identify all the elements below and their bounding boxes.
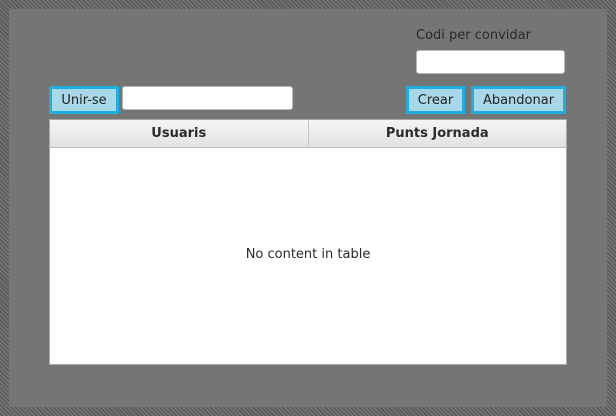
column-header-users[interactable]: Usuaris — [50, 120, 308, 147]
invite-code-field[interactable] — [416, 50, 565, 74]
users-table[interactable]: Usuaris Punts Jornada No content in tabl… — [49, 119, 567, 365]
invite-code-label: Codi per convidar — [416, 28, 531, 43]
join-code-field[interactable] — [122, 86, 293, 110]
leave-button[interactable]: Abandonar — [471, 86, 566, 114]
create-button[interactable]: Crear — [406, 86, 465, 114]
empty-table-message: No content in table — [245, 247, 371, 262]
column-header-day-points[interactable]: Punts Jornada — [307, 120, 567, 147]
join-button[interactable]: Unir-se — [49, 86, 119, 114]
table-header: Usuaris Punts Jornada — [50, 120, 566, 148]
table-body: No content in table — [50, 148, 566, 365]
